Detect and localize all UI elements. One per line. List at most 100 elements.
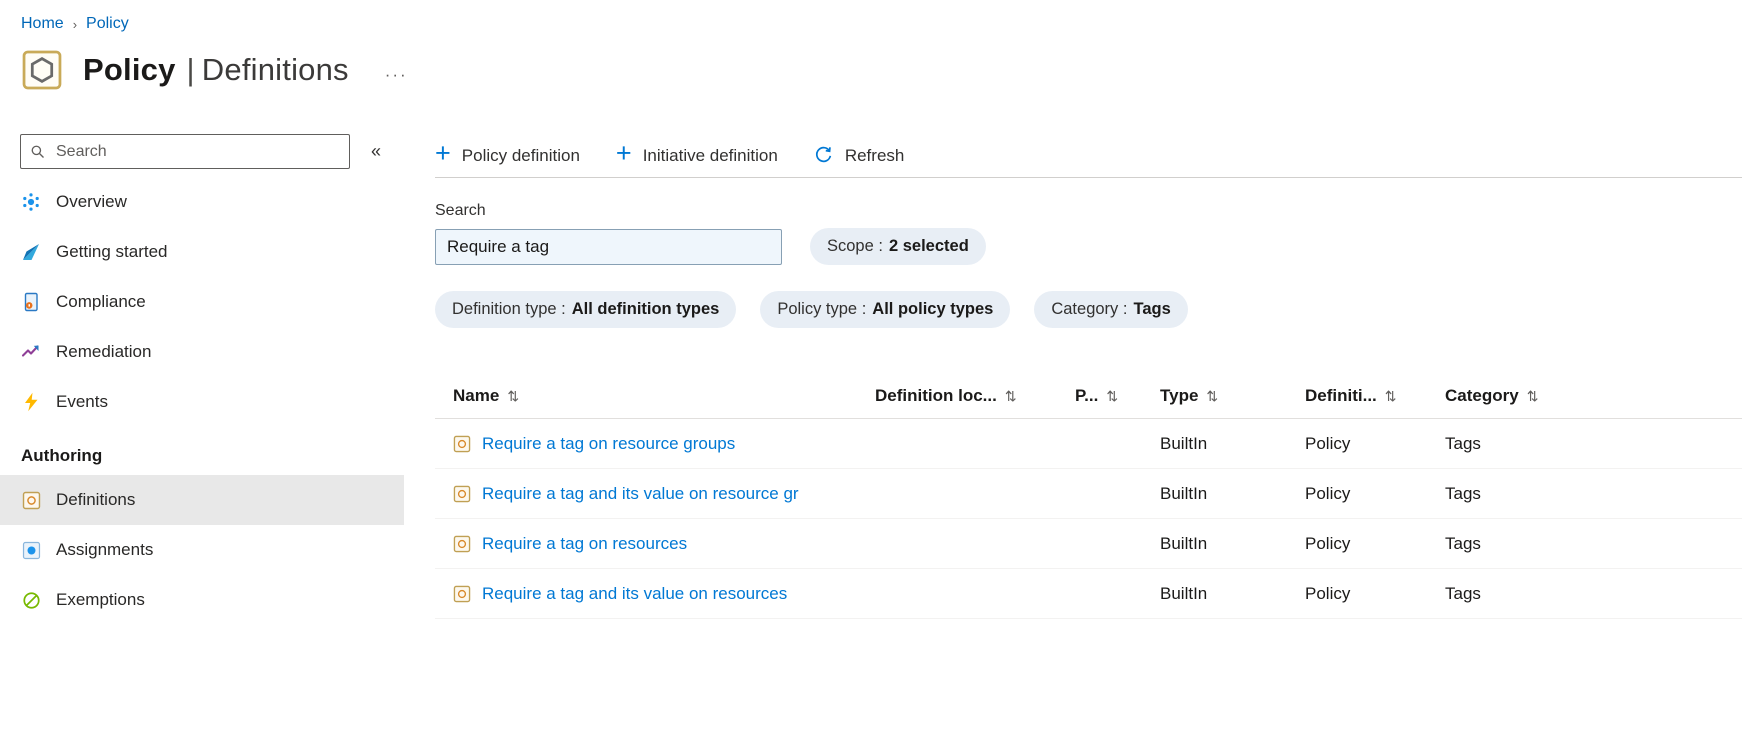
category-cell: Tags [1445, 583, 1481, 603]
page-title: Policy | Definitions [83, 52, 349, 88]
search-icon [30, 144, 45, 159]
definition-type-cell: Policy [1305, 583, 1351, 603]
collapse-sidebar-button[interactable]: « [367, 141, 385, 162]
sidebar-item-label: Events [56, 392, 108, 411]
sidebar-section-authoring: Authoring [21, 446, 103, 465]
sidebar-search-input[interactable] [54, 141, 340, 162]
filter-pill-policy-type[interactable]: Policy type : All policy types [760, 291, 1011, 328]
exemptions-icon [21, 590, 41, 610]
definition-link[interactable]: Require a tag on resource groups [482, 434, 735, 454]
column-header-definition-type[interactable]: Definiti... ⇅ [1305, 386, 1445, 406]
table-row[interactable]: Require a tag and its value on resource … [435, 469, 1742, 519]
compliance-icon [21, 292, 41, 312]
column-header-category[interactable]: Category ⇅ [1445, 386, 1742, 406]
category-cell: Tags [1445, 483, 1481, 503]
sort-icon: ⇅ [1206, 387, 1219, 404]
column-header-type[interactable]: Type ⇅ [1160, 386, 1305, 406]
sidebar-item-label: Getting started [56, 242, 168, 261]
sidebar-item-events[interactable]: Events [0, 377, 404, 427]
policy-definition-button[interactable]: + Policy definition [435, 137, 580, 168]
category-cell: Tags [1445, 433, 1481, 453]
content-pane: + Policy definition + Initiative definit… [404, 134, 1742, 625]
plus-icon: + [615, 137, 632, 168]
breadcrumb-policy-link[interactable]: Policy [86, 15, 129, 33]
filter-pill-value: All definition types [571, 300, 720, 318]
column-label: Type [1160, 386, 1199, 405]
remediation-icon [21, 342, 41, 362]
events-icon [21, 392, 41, 412]
table-row[interactable]: Require a tag on resource groups BuiltIn… [435, 419, 1742, 469]
filter-pill-scope[interactable]: Scope : 2 selected [810, 228, 986, 265]
breadcrumb: Home › Policy [0, 0, 1742, 33]
sort-icon: ⇅ [1106, 387, 1119, 404]
assignments-icon [21, 540, 41, 560]
type-cell: BuiltIn [1160, 583, 1208, 603]
sidebar-search-box[interactable] [20, 134, 350, 169]
sidebar-item-label: Overview [56, 192, 127, 211]
definition-link[interactable]: Require a tag and its value on resource … [482, 484, 799, 504]
breadcrumb-home-link[interactable]: Home [21, 15, 64, 33]
sort-icon: ⇅ [1526, 387, 1539, 404]
sort-icon: ⇅ [1384, 387, 1397, 404]
filter-pill-category[interactable]: Category : Tags [1034, 291, 1188, 328]
page-header: Policy | Definitions ··· [0, 33, 1742, 92]
sidebar-item-getting-started[interactable]: Getting started [0, 227, 404, 277]
filter-pill-label: Category : [1051, 300, 1128, 318]
definition-search-input[interactable] [435, 228, 782, 265]
plus-icon: + [435, 137, 451, 168]
column-header-name[interactable]: Name ⇅ [453, 386, 875, 406]
filter-pill-value: Tags [1133, 300, 1171, 318]
column-header-policies[interactable]: P... ⇅ [1075, 386, 1160, 406]
definition-type-cell: Policy [1305, 483, 1351, 503]
type-cell: BuiltIn [1160, 533, 1208, 553]
type-cell: BuiltIn [1160, 483, 1208, 503]
sidebar: « Overview [0, 134, 404, 625]
column-label: Definition loc... [875, 386, 997, 405]
sidebar-item-overview[interactable]: Overview [0, 177, 404, 227]
filter-pill-definition-type[interactable]: Definition type : All definition types [435, 291, 737, 328]
name-cell: Require a tag and its value on resources [453, 584, 875, 604]
sort-icon: ⇅ [507, 387, 520, 404]
chevron-right-icon: › [72, 17, 78, 32]
filter-pill-label: Definition type : [452, 300, 566, 318]
sidebar-item-assignments[interactable]: Assignments [0, 525, 404, 575]
column-header-definition-location[interactable]: Definition loc... ⇅ [875, 386, 1075, 406]
sidebar-item-definitions[interactable]: Definitions [0, 475, 404, 525]
name-cell: Require a tag and its value on resource … [453, 484, 875, 504]
refresh-button[interactable]: Refresh [814, 145, 905, 166]
page-title-subtitle: Definitions [201, 52, 349, 87]
name-cell: Require a tag on resource groups [453, 434, 875, 454]
type-cell: BuiltIn [1160, 433, 1208, 453]
sidebar-item-compliance[interactable]: Compliance [0, 277, 404, 327]
policy-definition-label: Policy definition [461, 145, 580, 165]
more-actions-icon[interactable]: ··· [385, 65, 408, 85]
policy-icon [20, 48, 64, 92]
policy-definition-icon [453, 435, 471, 453]
table-header-row: Name ⇅ Definition loc... ⇅ P... ⇅ Type ⇅… [435, 374, 1742, 419]
sidebar-item-label: Remediation [56, 342, 152, 361]
search-filter-label: Search [435, 202, 486, 219]
sidebar-item-exemptions[interactable]: Exemptions [0, 575, 404, 625]
page-title-divider: | [186, 52, 195, 87]
column-label: P... [1075, 386, 1099, 405]
table-row[interactable]: Require a tag on resources BuiltIn Polic… [435, 519, 1742, 569]
refresh-label: Refresh [844, 145, 905, 165]
sidebar-nav: Overview Getting started Compliance Reme… [0, 177, 404, 625]
column-label: Definiti... [1305, 386, 1377, 405]
overview-icon [21, 192, 41, 212]
definitions-table: Name ⇅ Definition loc... ⇅ P... ⇅ Type ⇅… [435, 374, 1742, 619]
toolbar: + Policy definition + Initiative definit… [435, 134, 1742, 178]
initiative-definition-button[interactable]: + Initiative definition [615, 137, 778, 168]
definition-link[interactable]: Require a tag and its value on resources [482, 584, 787, 604]
initiative-definition-label: Initiative definition [642, 145, 778, 165]
sidebar-item-remediation[interactable]: Remediation [0, 327, 404, 377]
policy-definition-icon [453, 535, 471, 553]
sort-icon: ⇅ [1004, 387, 1017, 404]
table-row[interactable]: Require a tag and its value on resources… [435, 569, 1742, 619]
definition-type-cell: Policy [1305, 533, 1351, 553]
getting-started-icon [21, 242, 41, 262]
filter-pill-value: 2 selected [888, 237, 969, 255]
filter-pill-label: Scope : [827, 237, 883, 255]
refresh-icon [814, 146, 834, 166]
definition-link[interactable]: Require a tag on resources [482, 534, 687, 554]
